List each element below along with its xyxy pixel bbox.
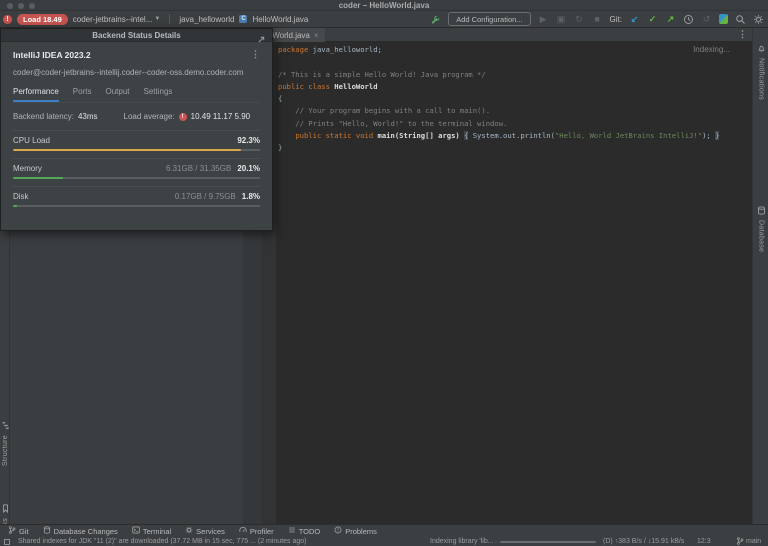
push-icon[interactable]: ↗ [665, 14, 676, 25]
commit-check-icon[interactable]: ✓ [647, 14, 658, 25]
progress-bar [13, 149, 260, 151]
history-clock-icon[interactable] [683, 14, 694, 25]
latency-value: 43ms [77, 112, 98, 121]
terminal-icon [132, 526, 140, 536]
popup-header[interactable]: Backend Status Details [1, 29, 272, 43]
metric-memory: Memory 6.31GB / 31.35GB 20.1% [13, 158, 260, 186]
workspace-name: IntelliJ IDEA 2023.2 [13, 49, 91, 60]
rerun-icon[interactable]: ↻ [574, 14, 585, 25]
wrench-icon[interactable] [430, 14, 441, 25]
status-message: Shared indexes for JDK "11 (2)" are down… [18, 538, 307, 545]
search-icon[interactable] [735, 14, 746, 25]
package-icon[interactable]: ▣ [556, 14, 567, 25]
code-line: { [278, 94, 283, 104]
git-label: Git: [609, 14, 622, 24]
network-speed: (D) ↑383 B/s / ↓15.91 kB/s [603, 538, 685, 545]
main-toolbar: ! Load 18.49 coder-jetbrains--intel... ▼… [0, 11, 768, 28]
services-icon [185, 526, 193, 536]
sidebar-item-structure[interactable]: Structure [0, 421, 10, 466]
workspace-url: coder@coder-jetbrains--intellij.coder--c… [13, 68, 244, 77]
title-bar: coder – HelloWorld.java [0, 0, 768, 11]
code-line: } [278, 143, 283, 153]
tool-window-button-todo[interactable]: TODO [288, 526, 320, 536]
code-line: public static void main(String[] args) {… [295, 131, 720, 141]
profiler-icon [239, 526, 247, 536]
load-badge[interactable]: Load 18.49 [17, 13, 68, 25]
java-class-icon: C [239, 15, 248, 23]
git-branch-widget[interactable]: main [736, 537, 761, 545]
plugin-icon[interactable] [719, 14, 728, 24]
database-icon [757, 206, 766, 217]
status-bar: Shared indexes for JDK "11 (2)" are down… [0, 537, 768, 546]
settings-gear-icon[interactable] [753, 14, 764, 25]
popup-tab-ports[interactable]: Ports [73, 87, 92, 102]
run-icon[interactable]: ▶ [538, 14, 549, 25]
code-editor[interactable]: package java_helloworld; /* This is a si… [278, 44, 744, 155]
git-branch-icon [8, 526, 16, 536]
close-tab-icon[interactable]: × [314, 31, 319, 40]
structure-icon [1, 421, 10, 432]
popup-tab-output[interactable]: Output [105, 87, 129, 102]
bookmark-icon [1, 504, 10, 515]
popup-tab-performance[interactable]: Performance [13, 87, 59, 102]
code-line: // Your program begins with a call to ma… [278, 106, 491, 116]
git-branch-icon [737, 537, 744, 545]
indexing-progress-label: Indexing library 'lib... [430, 538, 494, 545]
todo-icon [288, 526, 296, 536]
right-tool-rail: Notifications Database [752, 28, 768, 524]
breadcrumb-module[interactable]: java_helloworld [179, 15, 234, 24]
metrics-list: CPU Load 92.3% Memory 6.31GB / 31.35GB 20.1%… [13, 130, 260, 214]
load-warning-icon: ! [178, 112, 187, 121]
toolbar-divider [169, 14, 171, 24]
tool-window-button-database-changes[interactable]: Database Changes [43, 526, 118, 536]
tool-window-button-terminal[interactable]: Terminal [132, 526, 171, 536]
code-line: public class HelloWorld [278, 81, 378, 91]
caret-position[interactable]: 12:3 [697, 538, 711, 545]
popup-tabs: Performance Ports Output Settings [13, 87, 260, 103]
error-count-icon[interactable]: ! [3, 14, 12, 24]
indexing-progress-bar[interactable] [494, 541, 596, 543]
editor-options-kebab-icon[interactable]: ⋮ [738, 29, 747, 40]
bottom-tool-window-bar: Git Database Changes Terminal Services Profi… [0, 524, 768, 537]
editor-area: HelloWorld.java × ⋮ Indexing... package … [248, 28, 752, 524]
sidebar-item-notifications[interactable]: Notifications [753, 44, 768, 100]
update-project-icon[interactable]: ↙ [629, 14, 640, 25]
progress-bar [13, 205, 260, 207]
load-average-label: Load average: [123, 112, 175, 121]
tool-window-button-git[interactable]: Git [8, 526, 29, 536]
stop-icon[interactable]: ■ [592, 14, 603, 25]
progress-bar [13, 177, 260, 179]
database-icon [43, 526, 51, 536]
popup-title: Backend Status Details [92, 30, 181, 40]
chevron-down-icon: ▼ [154, 16, 161, 22]
metric-cpu-load: CPU Load 92.3% [13, 130, 260, 158]
code-line: // Prints "Hello, World!" to the termina… [278, 118, 508, 128]
problems-icon [334, 526, 342, 536]
pin-icon[interactable] [257, 31, 266, 49]
workspace-selector[interactable]: coder-jetbrains--intel... ▼ [73, 15, 161, 24]
load-average-value: 10.49 11.17 5.90 [190, 112, 251, 121]
tool-window-button-services[interactable]: Services [185, 526, 225, 536]
metric-disk: Disk 0.17GB / 9.75GB 1.8% [13, 186, 260, 214]
workspace-kebab-icon[interactable]: ⋮ [251, 49, 260, 60]
tool-window-button-problems[interactable]: Problems [334, 526, 377, 536]
ide-window: coder – HelloWorld.java ! Load 18.49 cod… [0, 0, 768, 546]
window-title: coder – HelloWorld.java [338, 1, 430, 10]
backend-status-popup: Backend Status Details IntelliJ IDEA 202… [0, 28, 273, 231]
breadcrumb-file[interactable]: HelloWorld.java [252, 15, 308, 24]
tool-window-switcher-icon[interactable] [4, 539, 10, 545]
code-line: /* This is a simple Hello World! Java pr… [278, 69, 486, 79]
sidebar-item-database[interactable]: Database [753, 206, 768, 252]
latency-label: Backend latency: [13, 112, 74, 121]
tool-window-button-profiler[interactable]: Profiler [239, 526, 274, 536]
add-configuration-button[interactable]: Add Configuration... [448, 12, 531, 26]
popup-tab-settings[interactable]: Settings [143, 87, 172, 102]
bell-icon [757, 44, 766, 55]
rollback-icon[interactable]: ↺ [701, 14, 712, 25]
editor-tab-bar: HelloWorld.java × ⋮ [248, 28, 752, 42]
code-line: package java_helloworld; [278, 45, 382, 54]
